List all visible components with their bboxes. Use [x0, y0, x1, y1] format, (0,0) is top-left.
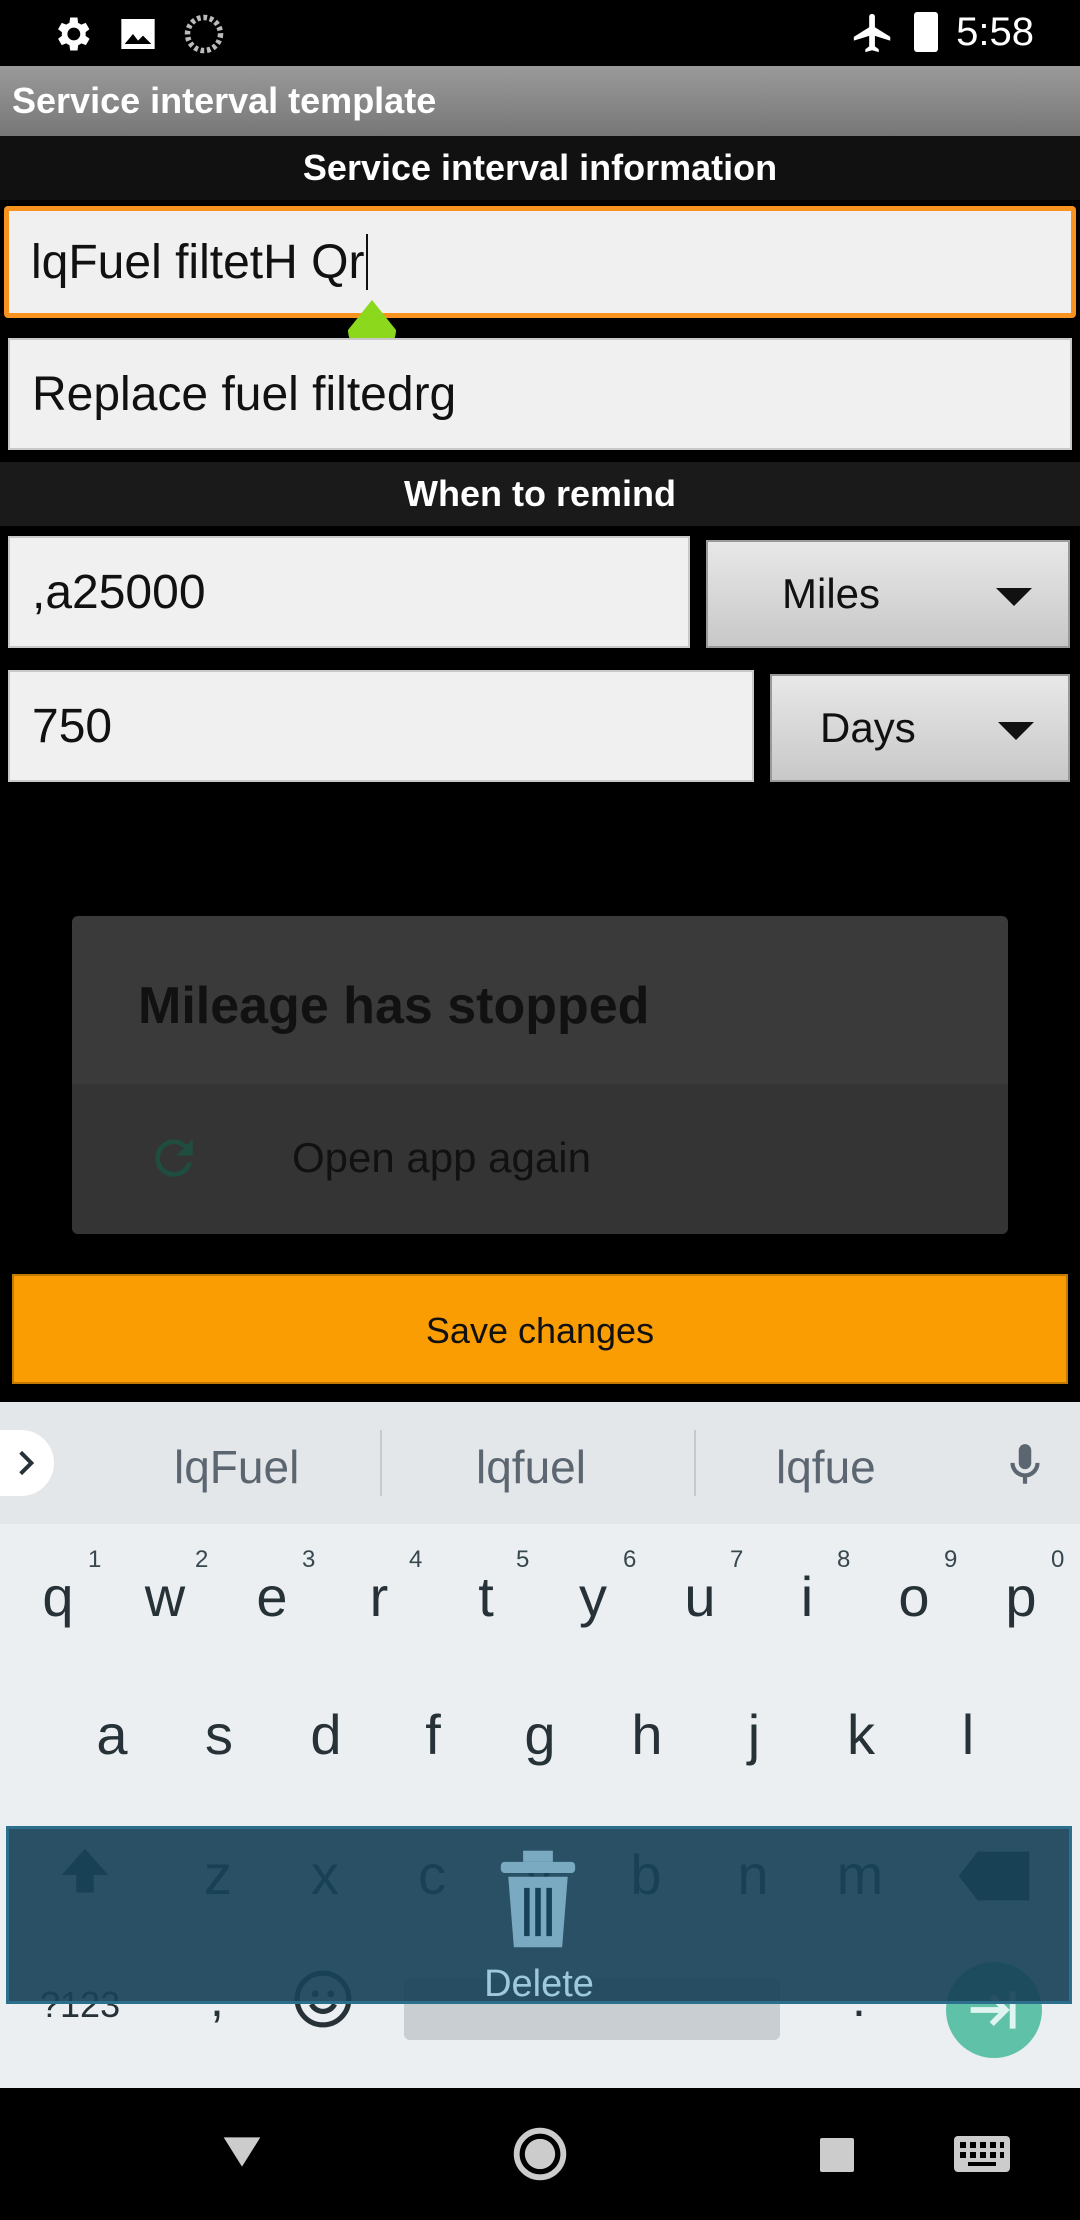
distance-unit-label: Miles [782, 570, 881, 617]
key-hint-0: 0 [1051, 1546, 1065, 1573]
distance-unit-dropdown[interactable]: Miles [706, 540, 1070, 648]
service-name-field[interactable]: lqFuel filtetH Qr [4, 206, 1076, 318]
open-app-again-label: Open app again [292, 1134, 591, 1181]
chevron-right-icon [19, 1450, 35, 1476]
key-l[interactable]: l [928, 1702, 1008, 1767]
key-hint-6: 6 [623, 1546, 637, 1573]
key-i[interactable]: i [767, 1564, 847, 1629]
back-icon[interactable] [220, 2132, 264, 2172]
time-unit-dropdown[interactable]: Days [770, 674, 1070, 782]
key-t[interactable]: t [446, 1564, 526, 1629]
key-u[interactable]: u [660, 1564, 740, 1629]
chevron-down-icon [996, 588, 1032, 606]
service-description-field[interactable]: Replace fuel filtedrg [8, 338, 1072, 450]
status-bar: 5:58 [0, 0, 1080, 66]
key-j[interactable]: j [714, 1702, 794, 1767]
recents-icon[interactable] [820, 2138, 854, 2172]
key-p[interactable]: p [981, 1564, 1061, 1629]
service-name-value: lqFuel filtetH Qr [31, 235, 365, 289]
battery-icon [914, 12, 938, 52]
key-hint-8: 8 [837, 1546, 851, 1573]
key-hint-2: 2 [195, 1546, 209, 1573]
key-o[interactable]: o [874, 1564, 954, 1629]
distance-interval-value: ,a25000 [32, 565, 206, 619]
key-y[interactable]: y [553, 1564, 633, 1629]
key-k[interactable]: k [821, 1702, 901, 1767]
key-d[interactable]: d [286, 1702, 366, 1767]
key-g[interactable]: g [500, 1702, 580, 1767]
suggestion-1[interactable]: lqFuel [174, 1440, 299, 1494]
app-stopped-dialog: Mileage has stopped Open app again [72, 916, 1008, 1234]
app-bar: Service interval template [0, 66, 1080, 136]
clock: 5:58 [956, 10, 1034, 54]
key-r[interactable]: r [339, 1564, 419, 1629]
suggestion-strip: lqFuel lqfuel lqfue [0, 1402, 1080, 1524]
save-changes-button[interactable]: Save changes [12, 1274, 1068, 1384]
suggestion-divider [380, 1430, 382, 1496]
delete-drop-zone[interactable]: Delete [6, 1826, 1072, 2005]
loading-icon [184, 14, 224, 54]
keyboard-switch-icon[interactable] [954, 2136, 1010, 2172]
key-hint-3: 3 [302, 1546, 316, 1573]
delete-label: Delete [484, 1963, 594, 2005]
app-title: Service interval template [12, 80, 437, 121]
key-hint-4: 4 [409, 1546, 423, 1573]
dialog-title: Mileage has stopped [138, 977, 650, 1035]
time-interval-value: 750 [32, 699, 113, 753]
suggestion-divider [694, 1430, 696, 1496]
key-hint-5: 5 [516, 1546, 530, 1573]
trash-icon [500, 1850, 576, 1948]
service-info-header: Service interval information [0, 136, 1080, 200]
key-s[interactable]: s [179, 1702, 259, 1767]
microphone-icon[interactable] [1000, 1438, 1050, 1492]
time-unit-label: Days [820, 704, 916, 751]
service-description-value: Replace fuel filtedrg [32, 367, 457, 421]
chevron-down-icon [998, 722, 1034, 740]
key-w[interactable]: w [125, 1564, 205, 1629]
home-icon[interactable] [512, 2126, 568, 2182]
time-interval-field[interactable]: 750 [8, 670, 754, 782]
key-hint-7: 7 [730, 1546, 744, 1573]
navigation-bar [0, 2088, 1080, 2220]
key-f[interactable]: f [393, 1702, 473, 1767]
remind-header: When to remind [0, 462, 1080, 526]
airplane-mode-icon [853, 13, 891, 53]
open-app-again-button[interactable]: Open app again [72, 1084, 1008, 1234]
key-a[interactable]: a [72, 1702, 152, 1767]
key-e[interactable]: e [232, 1564, 312, 1629]
key-hint-9: 9 [944, 1546, 958, 1573]
expand-toolbar-button[interactable] [0, 1430, 54, 1496]
key-hint-1: 1 [88, 1546, 102, 1573]
key-q[interactable]: q [18, 1564, 98, 1629]
distance-interval-field[interactable]: ,a25000 [8, 536, 690, 648]
settings-icon [58, 17, 90, 51]
suggestion-2[interactable]: lqfuel [476, 1440, 586, 1494]
suggestion-3[interactable]: lqfue [776, 1440, 876, 1494]
text-cursor [366, 234, 369, 290]
key-h[interactable]: h [607, 1702, 687, 1767]
image-icon [121, 19, 155, 49]
refresh-icon [155, 1139, 193, 1177]
